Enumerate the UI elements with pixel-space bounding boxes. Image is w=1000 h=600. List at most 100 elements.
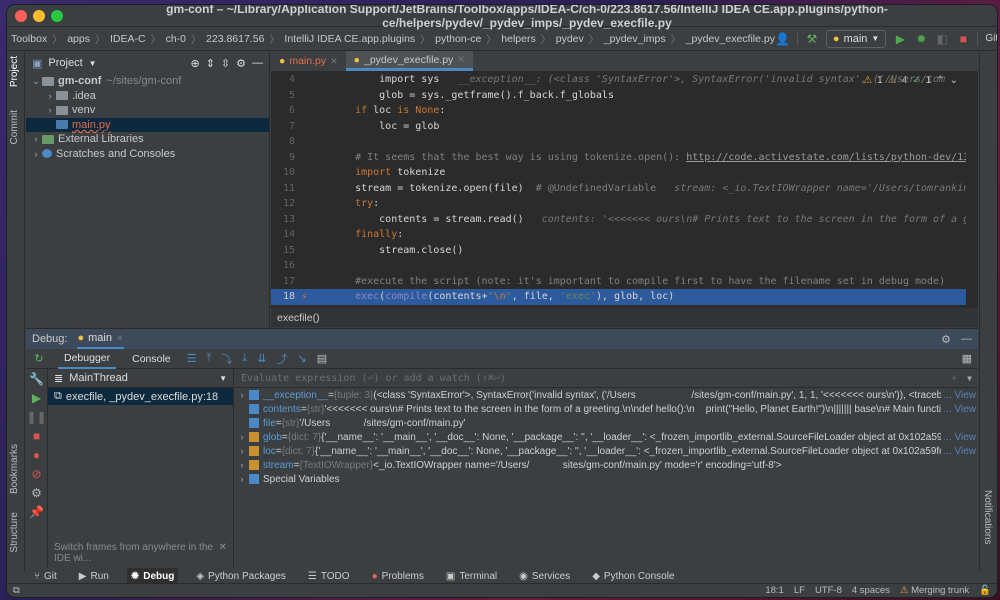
show-execution-point-icon[interactable]: ⤒ — [207, 352, 212, 365]
indent-setting[interactable]: 4 spaces — [852, 585, 890, 596]
line-number[interactable]: 11 — [271, 183, 301, 194]
bookmarks-tool-button[interactable]: Bookmarks — [9, 444, 20, 494]
pin-icon[interactable]: 📌 — [26, 502, 47, 521]
pause-icon[interactable]: ❚❚ — [26, 407, 47, 426]
stop-icon[interactable]: ■ — [26, 426, 47, 445]
view-breakpoints-icon[interactable]: ● — [26, 445, 47, 464]
tree-item[interactable]: › venv — [26, 103, 269, 118]
line-number[interactable]: 5 — [271, 90, 301, 101]
breadcrumb-item[interactable]: _pydev_imps — [604, 33, 666, 45]
vcs-status[interactable]: ⚠ Merging trunk — [900, 585, 969, 596]
editor-scrollbar[interactable] — [966, 72, 978, 307]
chevron-down-icon[interactable]: ⌄ — [30, 76, 42, 87]
thread-selector[interactable]: ≣ MainThread ▼ — [48, 369, 233, 388]
breadcrumb-item[interactable]: pydev — [556, 33, 584, 45]
run-to-cursor-icon[interactable]: ↘ — [298, 352, 307, 365]
debug-bug-icon[interactable]: ✹ — [914, 31, 928, 47]
tool-tab-python-console[interactable]: ◆ Python Console — [588, 568, 678, 584]
line-number[interactable]: 14 — [271, 229, 301, 240]
line-number[interactable]: 8 — [271, 136, 301, 147]
breadcrumb-item[interactable]: 223.8617.56 — [206, 33, 264, 45]
tool-tab-problems[interactable]: ● Problems — [368, 568, 428, 584]
chevron-right-icon[interactable]: › — [30, 134, 42, 144]
variable-row[interactable]: file = {str} '/Users /sites/gm-conf/main… — [235, 416, 978, 430]
tool-windows-toggle-icon[interactable]: ⧉ — [13, 585, 20, 596]
step-into-my-code-icon[interactable]: ⇊ — [257, 352, 266, 365]
file-encoding[interactable]: UTF-8 — [815, 585, 842, 596]
tool-tab-terminal[interactable]: ▣ Terminal — [442, 568, 501, 584]
close-icon[interactable]: ✕ — [116, 333, 124, 344]
close-window-button[interactable] — [15, 10, 27, 22]
view-value-link[interactable]: ... View — [941, 431, 976, 443]
tool-tab-todo[interactable]: ☰ TODO — [304, 568, 354, 584]
add-watch-icon[interactable]: + — [951, 373, 957, 384]
variable-row[interactable]: › glob = {dict: 7} {'__name__': '__main__… — [235, 430, 978, 444]
line-number[interactable]: 12 — [271, 198, 301, 209]
line-number[interactable]: 16 — [271, 260, 301, 271]
breadcrumb-item[interactable]: IntelliJ IDEA CE.app.plugins — [284, 33, 415, 45]
chevron-right-icon[interactable]: › — [235, 474, 249, 484]
variable-row[interactable]: contents = {str} '<<<<<<< ours\n# Prints… — [235, 402, 978, 416]
line-number[interactable]: 6 — [271, 105, 301, 116]
editor-tab[interactable]: ● main.py ✕ — [271, 51, 346, 71]
view-value-link[interactable]: ... View — [941, 445, 976, 457]
chevron-right-icon[interactable]: › — [235, 446, 249, 456]
function-breadcrumb[interactable]: execfile() — [277, 312, 320, 324]
stack-frame[interactable]: ⧉ execfile, _pydev_execfile.py:18 — [48, 388, 233, 405]
settings-icon[interactable]: ⚙ — [26, 483, 47, 502]
tree-item[interactable]: main.py — [26, 117, 269, 132]
gear-icon[interactable]: ⚙ — [236, 57, 246, 70]
lock-icon[interactable]: 🔓 — [979, 585, 991, 596]
line-number[interactable]: 17 — [271, 276, 301, 287]
locate-file-icon[interactable]: ⊕ — [190, 57, 199, 70]
hide-panel-icon[interactable]: — — [961, 333, 972, 345]
tree-item[interactable]: › Scratches and Consoles — [26, 147, 269, 162]
chevron-right-icon[interactable]: › — [235, 460, 249, 470]
tool-tab-python-packages[interactable]: ◈ Python Packages — [192, 568, 290, 584]
hide-panel-icon[interactable]: — — [252, 57, 263, 69]
commit-tool-button[interactable]: Commit — [9, 110, 20, 144]
breadcrumb-item[interactable]: Toolbox — [11, 33, 47, 45]
view-value-link[interactable]: ... View — [941, 389, 976, 401]
chevron-right-icon[interactable]: › — [235, 432, 249, 442]
line-separator[interactable]: LF — [794, 585, 805, 596]
resume-icon[interactable]: ▶ — [26, 388, 47, 407]
chevron-right-icon[interactable]: › — [30, 149, 42, 159]
build-hammer-icon[interactable]: ⚒ — [805, 31, 819, 47]
line-number[interactable]: 15 — [271, 245, 301, 256]
tree-item[interactable]: › .idea — [26, 89, 269, 104]
execution-point-icon[interactable]: ⚡ — [301, 290, 331, 303]
step-over-icon[interactable]: ⤵ — [221, 351, 232, 367]
evaluate-expression-input[interactable]: Evaluate expression (⏎) or add a watch (… — [235, 369, 978, 388]
account-icon[interactable]: 👤 — [775, 31, 790, 47]
breadcrumb-item[interactable]: _pydev_execfile.py — [686, 33, 775, 45]
structure-tool-button[interactable]: Structure — [9, 512, 20, 553]
chevron-down-icon[interactable]: ▼ — [89, 59, 97, 68]
chevron-right-icon[interactable]: › — [44, 105, 56, 115]
caret-position[interactable]: 18:1 — [765, 585, 784, 596]
zoom-window-button[interactable] — [51, 10, 63, 22]
tool-tab-run[interactable]: ▶ Run — [75, 568, 113, 584]
chevron-down-icon[interactable]: ▼ — [967, 374, 972, 383]
close-tab-icon[interactable]: ✕ — [457, 54, 465, 65]
close-icon[interactable]: ✕ — [219, 542, 227, 564]
variable-row[interactable]: › stream = {TextIOWrapper} <_io.TextIOWra… — [235, 458, 978, 472]
tab-console[interactable]: Console — [126, 349, 177, 369]
step-out-icon[interactable]: ⤴ — [277, 351, 288, 367]
wrench-icon[interactable]: 🔧 — [26, 369, 47, 388]
breadcrumb-item[interactable]: python-ce — [435, 33, 481, 45]
chevron-right-icon[interactable]: › — [44, 91, 56, 101]
tool-tab-services[interactable]: ◉ Services — [515, 568, 574, 584]
stop-icon[interactable]: ■ — [956, 31, 970, 47]
line-number[interactable]: 7 — [271, 121, 301, 132]
variable-row[interactable]: › __exception__ = {tuple: 3} (<class 'Syn… — [235, 388, 978, 402]
layout-settings-icon[interactable]: ▦ — [962, 352, 972, 365]
breadcrumb-item[interactable]: apps — [67, 33, 90, 45]
run-configuration-select[interactable]: ● main ▼ — [825, 29, 887, 48]
tool-tab-debug[interactable]: ✹ Debug — [126, 568, 179, 584]
tool-tab-git[interactable]: ⑂ Git — [30, 568, 61, 584]
line-number[interactable]: 10 — [271, 167, 301, 178]
project-panel-title[interactable]: Project — [48, 57, 82, 69]
gear-icon[interactable]: ⚙ — [941, 333, 951, 346]
breadcrumb-item[interactable]: helpers — [501, 33, 535, 45]
